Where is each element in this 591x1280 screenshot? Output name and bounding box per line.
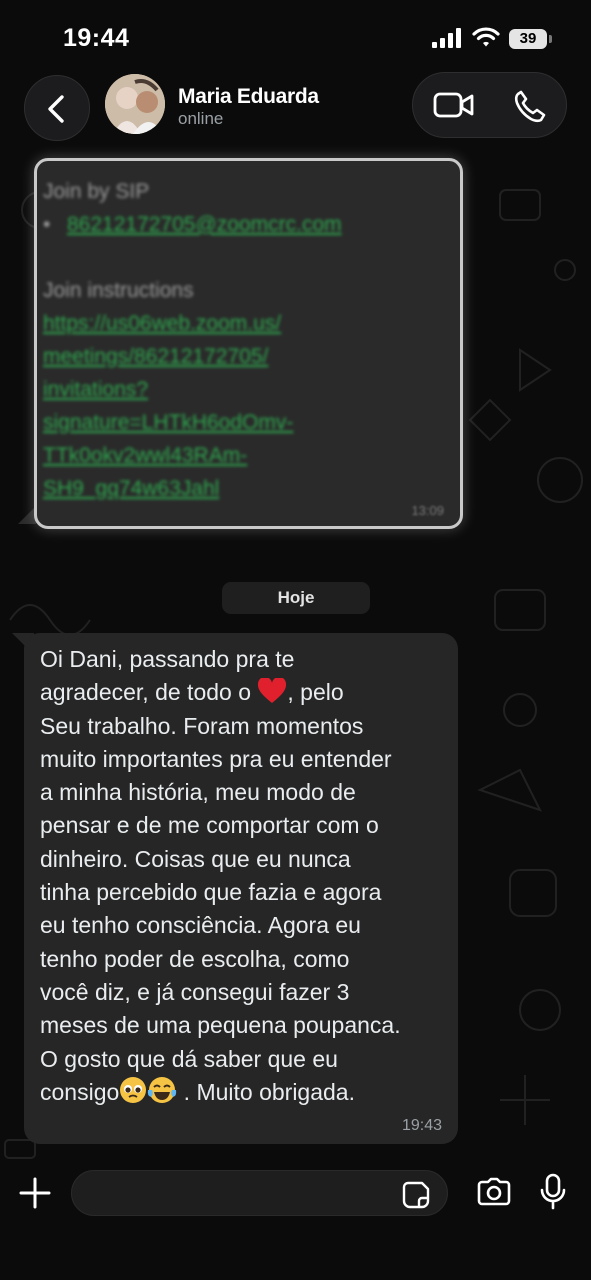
message-composer — [0, 1160, 591, 1280]
message-time: 19:43 — [401, 1117, 442, 1134]
pleading-face-icon — [120, 1076, 147, 1103]
avatar-photo — [105, 74, 165, 134]
sticker-icon[interactable] — [402, 1181, 430, 1209]
message-time: 13:09 — [411, 503, 444, 518]
join-link-line[interactable]: invitations? — [43, 373, 454, 406]
message-input[interactable] — [71, 1170, 448, 1216]
contact-name[interactable]: Maria Eduarda — [178, 85, 319, 109]
join-link-line[interactable]: SH9_gq74w63Jahl — [43, 472, 454, 505]
sip-address-link[interactable]: 86212172705@zoomcrc.com — [67, 213, 342, 236]
chevron-left-icon — [48, 95, 64, 123]
wifi-icon — [472, 27, 500, 47]
chat-header: Maria Eduarda online — [0, 70, 591, 150]
status-time: 19:44 — [63, 24, 130, 52]
sip-label: Join by SIP — [43, 180, 150, 203]
join-link-line[interactable]: TTk0okv2wwl43RAm- — [43, 439, 454, 472]
join-link-line[interactable]: https://us06web.zoom.us/ — [43, 307, 454, 340]
join-link-line[interactable]: signature=LHTkH6odOmv- — [43, 406, 454, 439]
battery-tip — [549, 35, 552, 43]
microphone-icon[interactable] — [540, 1173, 566, 1211]
status-bar: 19:44 39 — [0, 0, 591, 70]
obscured-message-bubble[interactable]: Join by SIP • 86212172705@zoomcrc.com Joi… — [34, 158, 463, 529]
cellular-signal-icon — [432, 28, 461, 48]
date-divider: Hoje — [222, 582, 370, 614]
battery-level: 39 — [509, 29, 547, 49]
contact-avatar[interactable] — [105, 74, 165, 134]
join-link-line[interactable]: meetings/86212172705/ — [43, 340, 454, 373]
back-button[interactable] — [24, 75, 90, 141]
video-call-icon[interactable] — [433, 90, 475, 120]
tears-of-joy-icon — [148, 1076, 177, 1103]
instructions-label: Join instructions — [43, 279, 194, 302]
contact-status: online — [178, 109, 224, 128]
message-text: Oi Dani, passando pra te agradecer, de t… — [40, 646, 401, 1105]
plus-icon[interactable] — [18, 1176, 52, 1210]
message-bubble[interactable]: Oi Dani, passando pra te agradecer, de t… — [24, 633, 458, 1144]
red-heart-icon — [258, 678, 287, 704]
camera-icon[interactable] — [476, 1177, 512, 1207]
call-actions — [412, 72, 567, 138]
voice-call-icon[interactable] — [513, 89, 547, 123]
